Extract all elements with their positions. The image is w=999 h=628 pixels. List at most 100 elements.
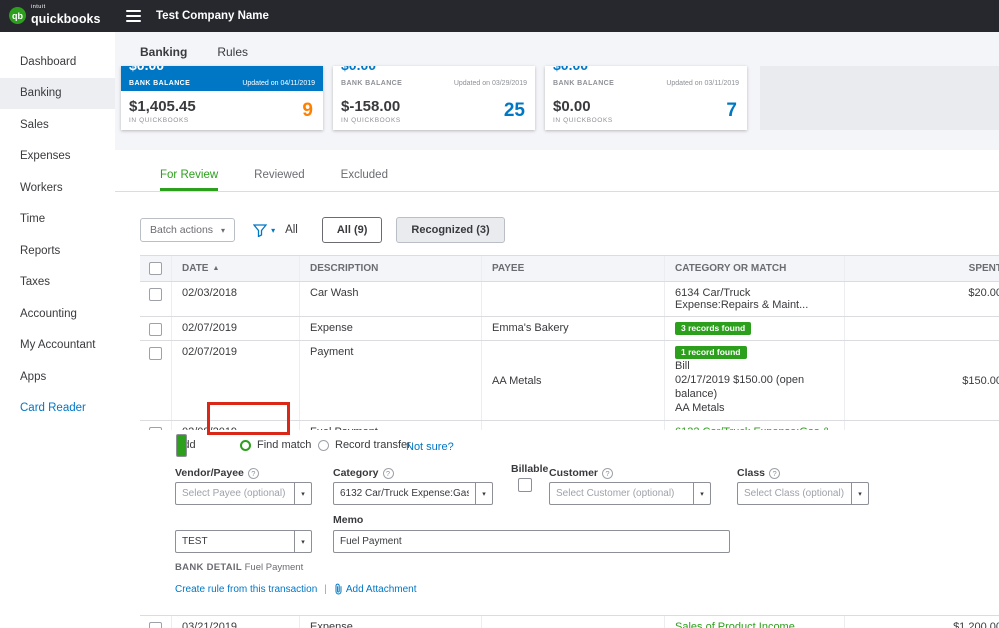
cell-spent: [845, 421, 999, 430]
tab-reviewed[interactable]: Reviewed: [254, 169, 305, 191]
bank-balance-label: BANK BALANCE: [341, 80, 402, 87]
cell-description: Expense: [300, 317, 482, 340]
card-3-sub: IN QUICKBOOKS: [553, 117, 613, 124]
qb-logo-icon: qb: [9, 7, 26, 24]
radio-record-transfer[interactable]: Record transfer: [318, 439, 411, 451]
sidebar-item-taxes[interactable]: Taxes: [0, 267, 115, 299]
batch-actions-button[interactable]: Batch actions ▾: [140, 218, 235, 242]
help-icon[interactable]: ?: [383, 468, 394, 479]
tab-rules[interactable]: Rules: [217, 45, 248, 59]
sidebar-item-my-accountant[interactable]: My Accountant: [0, 330, 115, 362]
payee-value-input[interactable]: [176, 531, 294, 552]
vendor-payee-select[interactable]: ▾: [175, 482, 312, 505]
table-row[interactable]: 03/21/2019 Expense Sales of Product Inco…: [140, 616, 999, 628]
cell-category: Sales of Product Income: [665, 616, 845, 628]
row-checkbox[interactable]: [149, 323, 162, 336]
customer-input[interactable]: [550, 483, 693, 504]
page-tabs: Banking Rules: [115, 32, 999, 59]
topbar: qb intuit quickbooks Test Company Name: [0, 0, 999, 32]
records-found-badge: 3 records found: [675, 322, 751, 335]
account-card-3[interactable]: $0.00 BANK BALANCE Updated on 03/11/2019…: [545, 66, 747, 130]
sidebar-item-time[interactable]: Time: [0, 204, 115, 236]
filter-scope-label: All: [285, 224, 298, 236]
chevron-down-icon[interactable]: ▾: [294, 531, 311, 552]
sidebar-item-expenses[interactable]: Expenses: [0, 141, 115, 173]
bank-balance-label: BANK BALANCE: [129, 80, 190, 87]
card-2-bank-balance-clipped: $0.00: [333, 66, 535, 75]
customer-select[interactable]: ▾: [549, 482, 711, 505]
memo-label: Memo: [333, 514, 363, 526]
filter-chip-recognized[interactable]: Recognized (3): [396, 217, 504, 243]
sidebar-item-accounting[interactable]: Accounting: [0, 298, 115, 330]
radio-find-match[interactable]: Find match: [240, 439, 311, 451]
sidebar: Dashboard Banking Sales Expenses Workers…: [0, 32, 115, 628]
panel-links: Create rule from this transaction | Add …: [175, 583, 417, 595]
cell-description: Expense: [300, 616, 482, 628]
card-1-bank-balance-clipped: $0.00: [121, 66, 323, 75]
account-card-2[interactable]: $0.00 BANK BALANCE Updated on 03/29/2019…: [333, 66, 535, 130]
paperclip-icon: [334, 583, 343, 595]
radio-add[interactable]: Add: [176, 439, 196, 451]
add-attachment-link[interactable]: Add Attachment: [334, 583, 417, 595]
sidebar-item-sales[interactable]: Sales: [0, 109, 115, 141]
category-select[interactable]: ▾: [333, 482, 493, 505]
card-1-count: 9: [302, 100, 313, 122]
help-icon[interactable]: ?: [248, 468, 259, 479]
sidebar-item-card-reader[interactable]: Card Reader: [0, 393, 115, 425]
cell-payee: [482, 616, 665, 628]
sidebar-item-reports[interactable]: Reports: [0, 235, 115, 267]
sidebar-item-banking[interactable]: Banking: [0, 78, 115, 110]
radio-selected-icon: [176, 434, 187, 457]
card-1-strip: BANK BALANCE Updated on 04/11/2019: [121, 75, 323, 91]
help-icon[interactable]: ?: [769, 468, 780, 479]
radio-icon: [240, 440, 251, 451]
quickbooks-banking-page: qb intuit quickbooks Test Company Name D…: [0, 0, 999, 628]
main-area: Banking Rules $0.00 BANK BALANCE Updated…: [115, 32, 999, 628]
payee-value-select[interactable]: ▾: [175, 530, 312, 553]
table-row[interactable]: 02/07/2019 Payment AA Metals 1 record fo…: [140, 341, 999, 421]
row-checkbox[interactable]: [149, 622, 162, 628]
help-icon[interactable]: ?: [602, 468, 613, 479]
chevron-down-icon[interactable]: ▾: [693, 483, 710, 504]
row-checkbox[interactable]: [149, 347, 162, 360]
card-3-amount: $0.00: [553, 98, 613, 115]
chevron-down-icon[interactable]: ▾: [475, 483, 492, 504]
card-1-amount: $1,405.45: [129, 98, 196, 115]
sidebar-item-workers[interactable]: Workers: [0, 172, 115, 204]
category-input[interactable]: [334, 483, 475, 504]
sidebar-item-apps[interactable]: Apps: [0, 361, 115, 393]
radio-icon: [318, 440, 329, 451]
filter-button[interactable]: ▾: [253, 224, 275, 237]
vendor-payee-input[interactable]: [176, 483, 294, 504]
cell-payee: [482, 282, 665, 316]
billable-checkbox[interactable]: [518, 478, 532, 492]
tab-excluded[interactable]: Excluded: [341, 169, 388, 191]
table-row[interactable]: 02/03/2018 Car Wash 6134 Car/Truck Expen…: [140, 282, 999, 317]
tab-for-review[interactable]: For Review: [160, 169, 218, 191]
create-rule-link[interactable]: Create rule from this transaction: [175, 584, 317, 595]
sidebar-item-dashboard[interactable]: Dashboard: [0, 46, 115, 78]
tab-banking[interactable]: Banking: [140, 45, 187, 59]
class-input[interactable]: [738, 483, 851, 504]
header-spent: SPENT: [845, 256, 999, 281]
chevron-down-icon[interactable]: ▾: [294, 483, 311, 504]
card-3-bank-balance-clipped: $0.00: [545, 66, 747, 75]
cell-spent: $150.00: [845, 341, 999, 420]
not-sure-link[interactable]: Not sure?: [406, 441, 454, 453]
account-card-1[interactable]: $0.00 BANK BALANCE Updated on 04/11/2019…: [121, 66, 323, 130]
table-row-clipped[interactable]: 02/08/2019 Fuel Payment 6132 Car/Truck E…: [140, 421, 999, 430]
header-date[interactable]: DATE▲: [172, 256, 300, 281]
banking-content: For Review Reviewed Excluded Batch actio…: [115, 150, 999, 628]
memo-input[interactable]: [333, 530, 730, 553]
hamburger-menu-icon[interactable]: [126, 10, 141, 22]
table-row[interactable]: 02/07/2019 Expense Emma's Bakery 3 recor…: [140, 317, 999, 341]
class-select[interactable]: ▾: [737, 482, 869, 505]
filter-chip-all[interactable]: All (9): [322, 217, 383, 243]
chevron-down-icon[interactable]: ▾: [851, 483, 868, 504]
cell-payee: [482, 421, 665, 430]
cell-spent: $20.00: [845, 282, 999, 316]
row-checkbox[interactable]: [149, 288, 162, 301]
chevron-down-icon: ▾: [271, 226, 275, 235]
billable-label: Billable: [511, 463, 548, 475]
select-all-checkbox[interactable]: [149, 262, 162, 275]
